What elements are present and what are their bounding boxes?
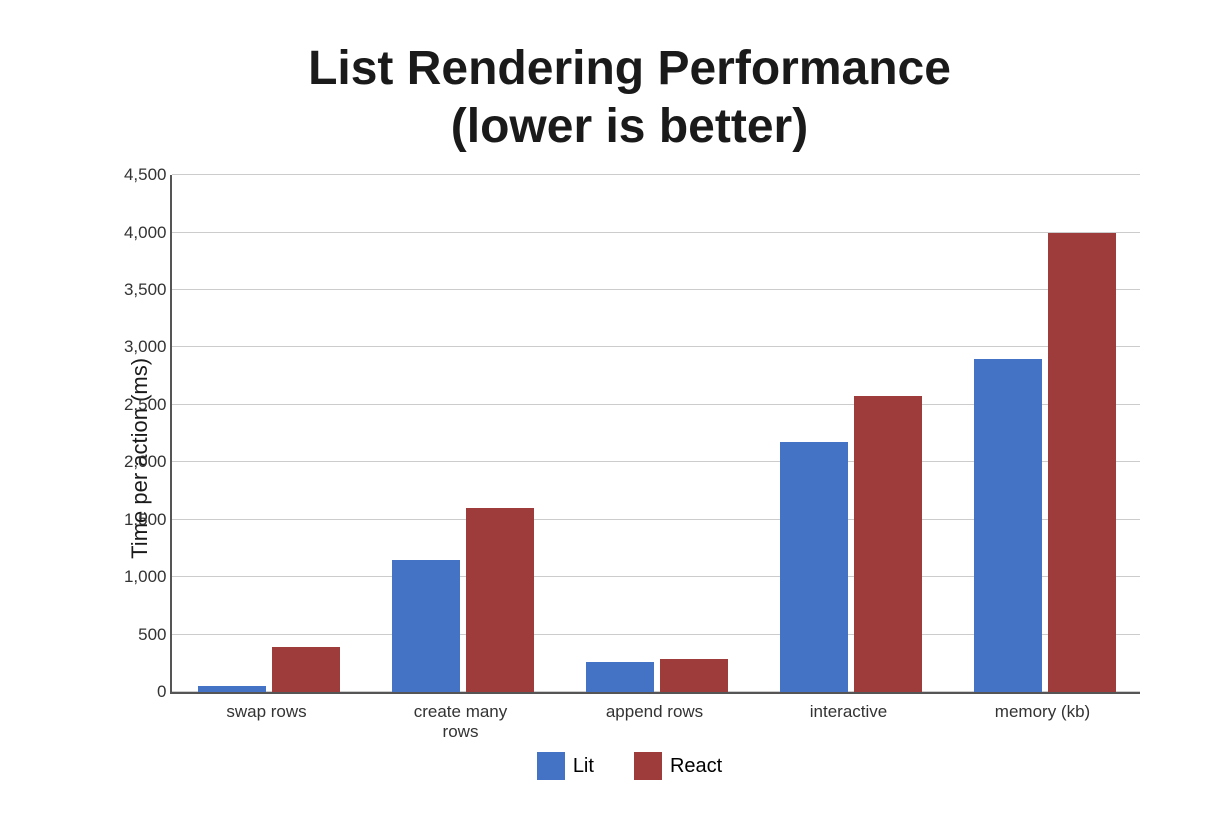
legend: Lit React <box>537 752 722 780</box>
title-line2: (lower is better) <box>451 100 808 153</box>
y-tick-label: 4,000 <box>107 223 167 243</box>
bar-react-4 <box>1048 233 1116 692</box>
legend-label-lit: Lit <box>573 755 594 778</box>
bar-lit-1 <box>392 560 460 692</box>
bar-lit-2 <box>586 662 654 692</box>
chart-area: Time per action (ms) 4,5004,0003,5003,00… <box>120 175 1140 742</box>
y-tick-label: 3,500 <box>107 280 167 300</box>
bar-lit-3 <box>780 442 848 692</box>
title-line1: List Rendering Performance <box>308 42 951 95</box>
grid-line <box>172 232 1140 233</box>
grid-line <box>172 346 1140 347</box>
y-tick-label: 3,000 <box>107 337 167 357</box>
y-tick-label: 500 <box>107 625 167 645</box>
bar-react-0 <box>272 647 340 692</box>
y-tick-label: 2,500 <box>107 395 167 415</box>
chart-title: List Rendering Performance (lower is bet… <box>308 40 951 155</box>
grid-and-bars: 4,5004,0003,5003,0002,5002,0001,5001,000… <box>170 175 1140 694</box>
x-label-3: interactive <box>752 702 946 742</box>
bar-react-1 <box>466 508 534 692</box>
legend-item-react: React <box>634 752 722 780</box>
bar-lit-0 <box>198 686 266 692</box>
bar-lit-4 <box>974 359 1042 692</box>
y-tick-label: 1,500 <box>107 510 167 530</box>
x-label-4: memory (kb) <box>946 702 1140 742</box>
grid-line <box>172 174 1140 175</box>
bar-react-2 <box>660 659 728 692</box>
grid-line <box>172 289 1140 290</box>
legend-box-lit <box>537 752 565 780</box>
bar-react-3 <box>854 396 922 692</box>
chart-container: List Rendering Performance (lower is bet… <box>60 20 1160 800</box>
x-label-0: swap rows <box>170 702 364 742</box>
legend-box-react <box>634 752 662 780</box>
legend-item-lit: Lit <box>537 752 594 780</box>
legend-label-react: React <box>670 755 722 778</box>
chart-inner: 4,5004,0003,5003,0002,5002,0001,5001,000… <box>170 175 1140 742</box>
y-tick-label: 1,000 <box>107 567 167 587</box>
y-tick-label: 0 <box>107 682 167 702</box>
y-tick-label: 4,500 <box>107 165 167 185</box>
y-tick-label: 2,000 <box>107 452 167 472</box>
x-label-2: append rows <box>558 702 752 742</box>
x-labels: swap rowscreate manyrowsappend rowsinter… <box>170 694 1140 742</box>
x-label-1: create manyrows <box>364 702 558 742</box>
